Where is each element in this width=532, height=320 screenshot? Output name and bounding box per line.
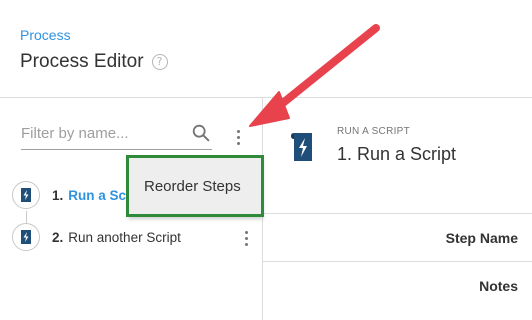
- step-detail-panel: RUN A SCRIPT 1. Run a Script Step Name N…: [263, 98, 532, 320]
- step-name-row[interactable]: Step Name: [263, 213, 532, 262]
- step-connector: [26, 211, 27, 223]
- filter-field[interactable]: [21, 120, 212, 150]
- script-icon: [12, 223, 40, 251]
- help-icon[interactable]: ?: [151, 54, 168, 70]
- filter-input[interactable]: [21, 120, 181, 146]
- notes-label: Notes: [479, 278, 518, 294]
- step-number: 1.: [52, 187, 64, 203]
- step-overflow-menu-icon[interactable]: [240, 228, 252, 248]
- step-title: 1. Run a Script: [337, 144, 457, 164]
- step-name: Run a Sc: [68, 187, 127, 203]
- header: Process Process Editor ?: [0, 0, 532, 98]
- script-icon: [12, 181, 40, 209]
- reorder-steps-menu-item[interactable]: Reorder Steps: [144, 178, 241, 195]
- steps-overflow-menu-icon[interactable]: [232, 127, 244, 147]
- notes-row[interactable]: Notes: [263, 261, 532, 310]
- step-name-label: Step Name: [445, 230, 518, 246]
- step-item-1[interactable]: 1. Run a Sc: [12, 181, 126, 209]
- overflow-menu: Reorder Steps: [128, 156, 263, 217]
- breadcrumb[interactable]: Process: [20, 27, 71, 43]
- script-icon: [291, 133, 312, 161]
- step-name: Run another Script: [68, 229, 181, 245]
- step-number: 2.: [52, 229, 64, 245]
- search-icon[interactable]: [190, 122, 212, 144]
- page-title-text: Process Editor: [20, 51, 144, 72]
- step-type-label: RUN A SCRIPT: [337, 126, 411, 137]
- step-item-2[interactable]: 2. Run another Script: [12, 223, 181, 251]
- page-title: Process Editor ?: [20, 51, 168, 73]
